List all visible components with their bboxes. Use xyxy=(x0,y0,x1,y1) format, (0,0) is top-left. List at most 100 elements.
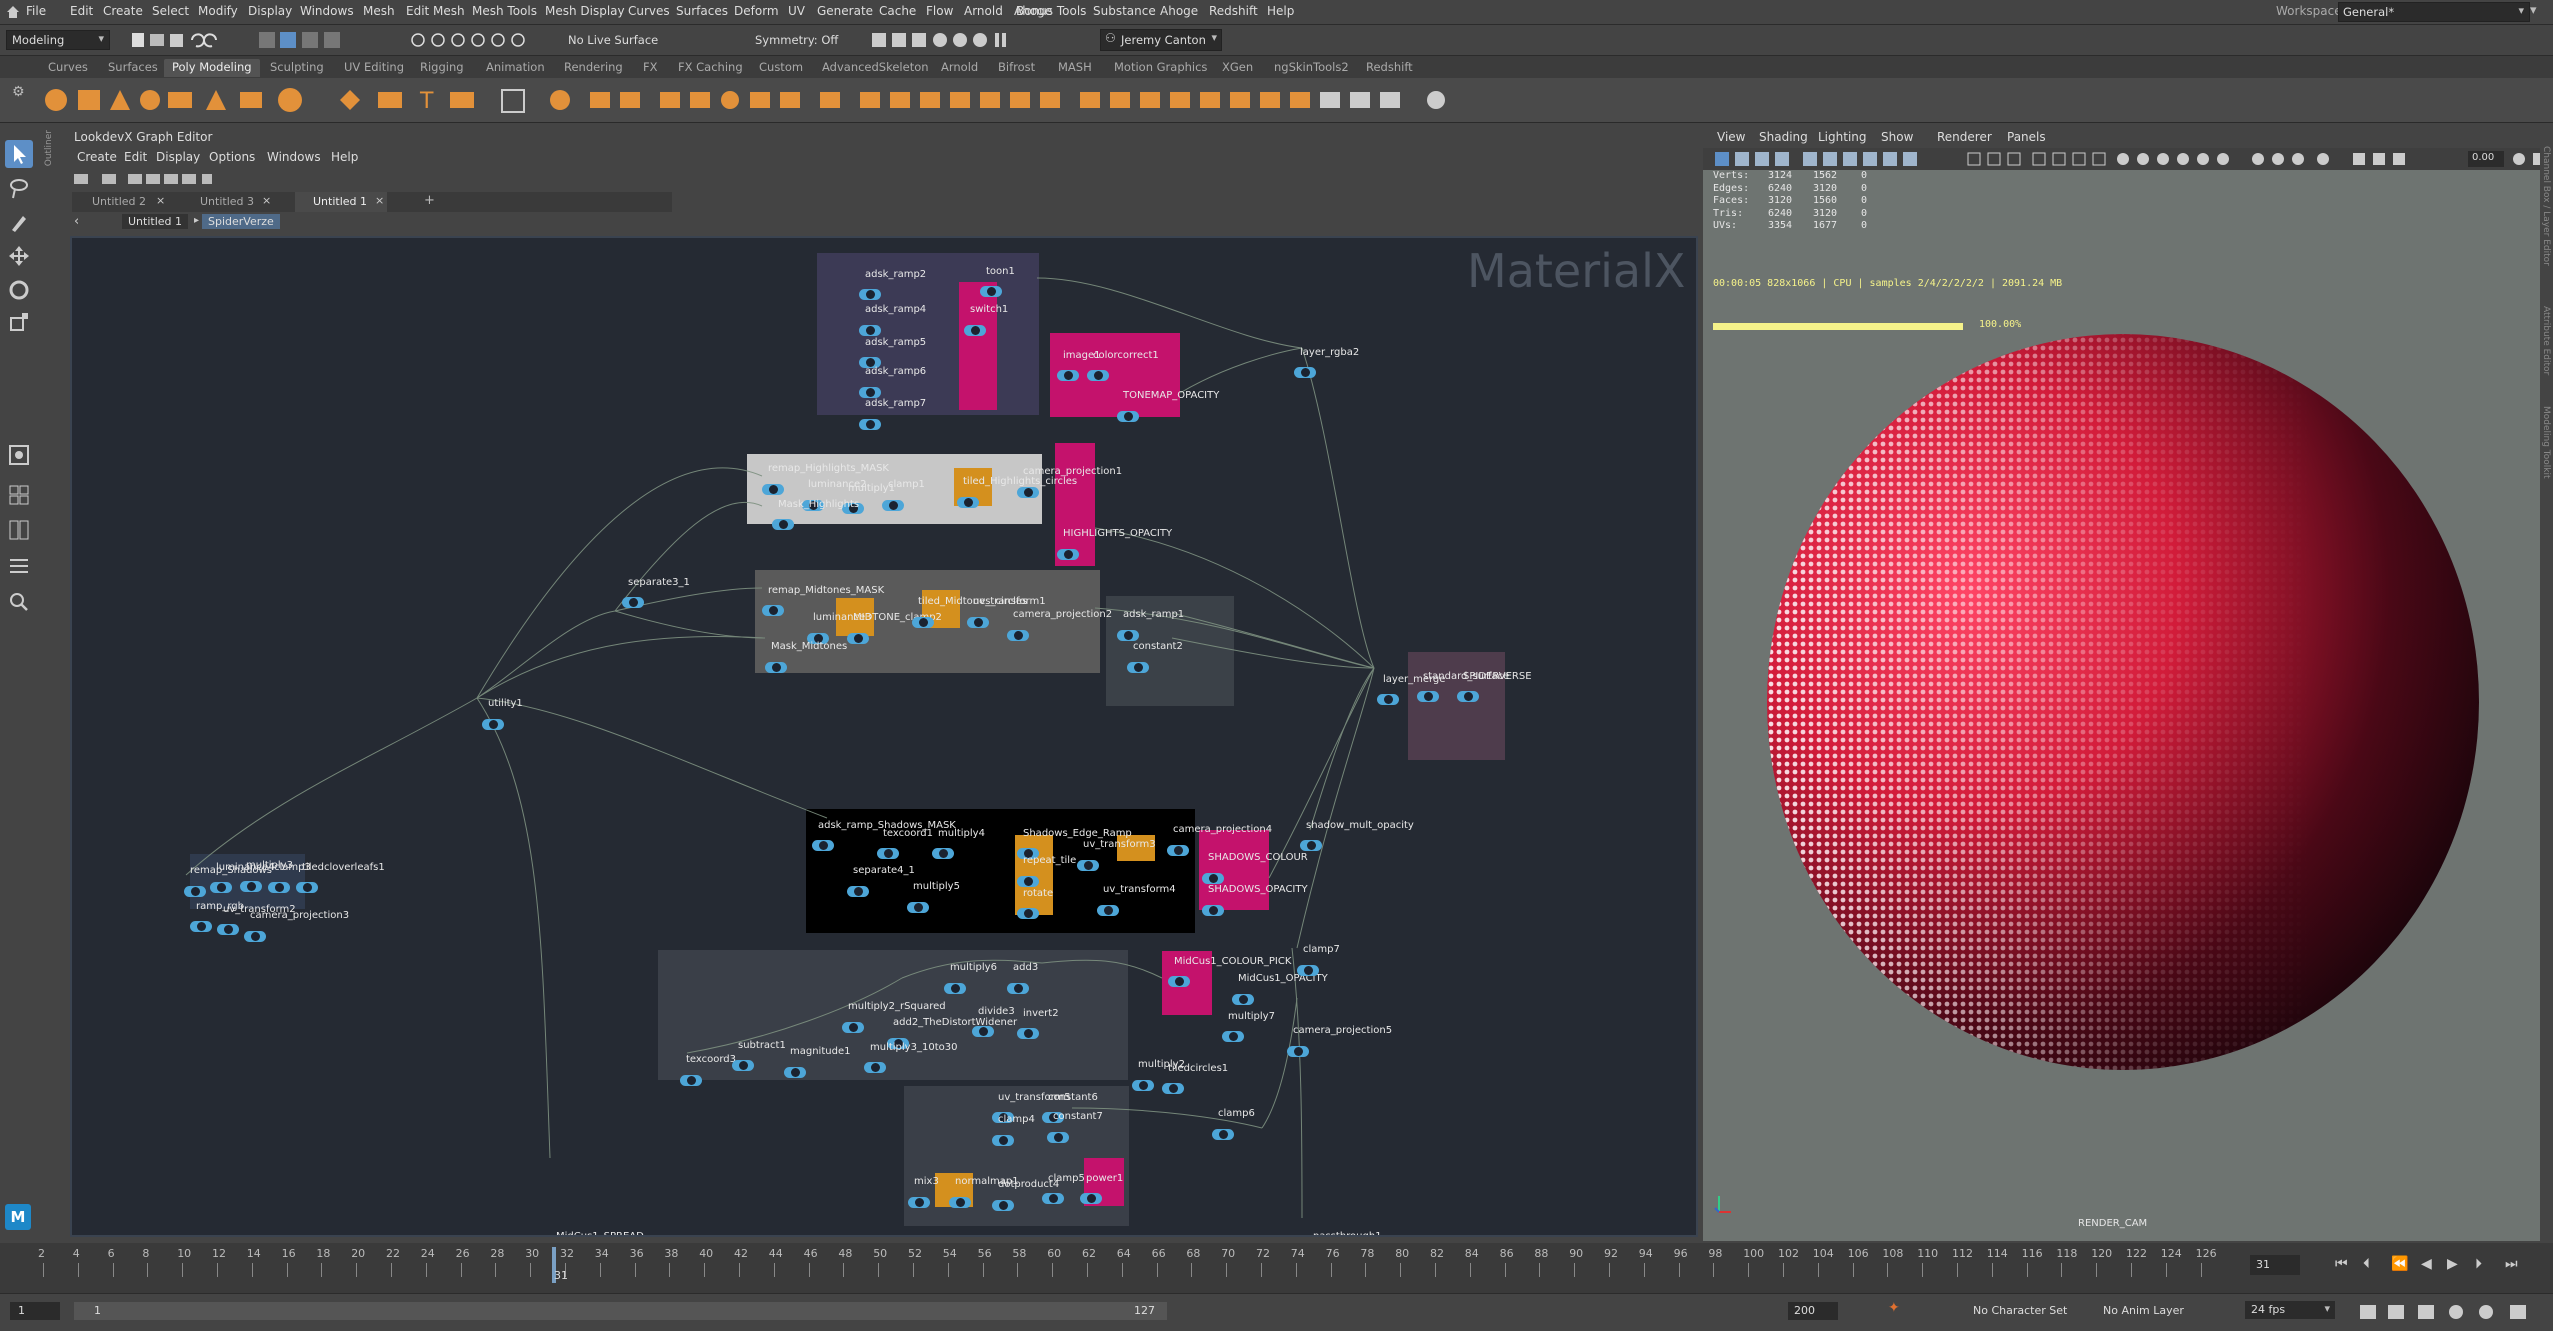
move-tool-icon[interactable] xyxy=(5,242,33,270)
shelf-tab-arnold[interactable]: Arnold xyxy=(933,59,986,77)
graph-node[interactable] xyxy=(732,1054,756,1072)
step-forward-icon[interactable]: ⏵ xyxy=(2475,1256,2482,1272)
go-to-start-icon[interactable]: ⏮ xyxy=(2335,1256,2348,1272)
shelf-tab-motion-graphics[interactable]: Motion Graphics xyxy=(1106,59,1215,77)
viewport-toolbar-icons[interactable] xyxy=(1703,148,2463,170)
shelf-tab-advancedskeleton[interactable]: AdvancedSkeleton xyxy=(814,59,937,77)
graph-node[interactable] xyxy=(908,1191,932,1209)
menu-deform[interactable]: Deform xyxy=(734,4,779,18)
graph-node[interactable] xyxy=(1047,1126,1071,1144)
graph-node[interactable] xyxy=(1294,361,1318,379)
shelf-tool-icons[interactable]: T xyxy=(40,84,1460,116)
shelf-tab-uv-editing[interactable]: UV Editing xyxy=(336,59,412,77)
graph-node[interactable] xyxy=(859,283,883,301)
close-icon[interactable]: × xyxy=(375,194,384,207)
vp-menu-shading[interactable]: Shading xyxy=(1759,130,1808,144)
graph-node[interactable] xyxy=(1417,685,1441,703)
graph-node[interactable] xyxy=(1457,685,1481,703)
workspace-dropdown[interactable]: General* ▾ xyxy=(2338,2,2530,22)
graph-node[interactable] xyxy=(847,880,871,898)
play-backwards-icon[interactable]: ◀ xyxy=(2421,1256,2432,1272)
layout-four-icon[interactable] xyxy=(5,481,33,509)
snap-icons[interactable] xyxy=(408,30,538,50)
graph-node[interactable] xyxy=(1007,977,1031,995)
ge-menu-edit[interactable]: Edit xyxy=(124,150,147,164)
graph-node[interactable] xyxy=(842,1016,866,1034)
end-frame-field[interactable]: 200 xyxy=(1788,1302,1838,1320)
shelf-tab-curves[interactable]: Curves xyxy=(40,59,96,77)
menu-edit-mesh[interactable]: Edit Mesh xyxy=(406,4,465,18)
graph-node[interactable] xyxy=(1017,902,1041,920)
menu-bonus-tools[interactable]: Bonus Tools xyxy=(1016,4,1086,18)
attribute-editor-tab[interactable]: Attribute Editor xyxy=(2541,306,2551,375)
select-tool-icon[interactable] xyxy=(5,140,33,168)
graph-node[interactable] xyxy=(1127,656,1151,674)
shelf-tab-animation[interactable]: Animation xyxy=(478,59,553,77)
menu-windows[interactable]: Windows xyxy=(300,4,354,18)
user-account-dropdown[interactable]: ⚇ Jeremy Canton ▾ xyxy=(1100,29,1222,51)
shelf-tab-bifrost[interactable]: Bifrost xyxy=(990,59,1043,77)
graph-node[interactable] xyxy=(762,478,786,496)
menu-edit[interactable]: Edit xyxy=(70,4,93,18)
ge-menu-display[interactable]: Display xyxy=(156,150,200,164)
go-to-end-icon[interactable]: ⏭ xyxy=(2505,1256,2518,1272)
menu-create[interactable]: Create xyxy=(103,4,143,18)
graph-node[interactable] xyxy=(762,599,786,617)
character-set-icon[interactable]: ✦ xyxy=(1888,1300,1900,1316)
graph-node[interactable] xyxy=(1087,364,1111,382)
shelf-tab-ngskintools2[interactable]: ngSkinTools2 xyxy=(1266,59,1357,77)
graph-node[interactable] xyxy=(217,918,241,936)
graph-node[interactable] xyxy=(1212,1123,1236,1141)
graph-node[interactable] xyxy=(1167,839,1191,857)
graph-node[interactable] xyxy=(1377,688,1401,706)
menu-help[interactable]: Help xyxy=(1267,4,1294,18)
mode-dropdown[interactable]: Modeling ▾ xyxy=(6,30,110,50)
search-icon[interactable] xyxy=(5,588,33,616)
graph-node[interactable] xyxy=(765,656,789,674)
shelf-tab-poly-modeling[interactable]: Poly Modeling xyxy=(164,59,260,77)
time-slider[interactable]: 2 4 6 8 10 12 14 16 18 20 22 24 26 28 30 32 34 36 38 40 42 44… xyxy=(0,1243,2553,1293)
add-tab-button[interactable]: + xyxy=(424,193,435,208)
layout-two-icon[interactable] xyxy=(5,516,33,544)
graph-node[interactable] xyxy=(1162,1077,1186,1095)
menu-uv[interactable]: UV xyxy=(788,4,805,18)
graph-node[interactable] xyxy=(784,1061,808,1079)
shelf-tab-rigging[interactable]: Rigging xyxy=(412,59,472,77)
graph-node[interactable] xyxy=(812,834,836,852)
graph-node[interactable] xyxy=(680,1069,704,1087)
graph-node[interactable] xyxy=(992,1129,1016,1147)
playback-controls[interactable]: ⏮ ⏴ ⏪ ◀ ▶ ⏵ ⏭ xyxy=(2335,1256,2535,1274)
menu-flow[interactable]: Flow xyxy=(926,4,953,18)
graph-node[interactable] xyxy=(1168,970,1192,988)
current-frame-field[interactable]: 31 xyxy=(2250,1255,2300,1275)
range-tool-icons[interactable] xyxy=(2355,1300,2545,1324)
graph-node[interactable] xyxy=(190,915,214,933)
shelf-tab-fx-caching[interactable]: FX Caching xyxy=(670,59,751,77)
graph-node[interactable] xyxy=(964,319,988,337)
graph-node[interactable] xyxy=(482,713,506,731)
close-icon[interactable]: × xyxy=(156,194,165,207)
graph-node[interactable] xyxy=(957,491,981,509)
playback-range-bar[interactable]: 1 127 xyxy=(74,1302,1167,1320)
ge-menu-help[interactable]: Help xyxy=(331,150,358,164)
exposure-field[interactable]: 0.00 xyxy=(2468,151,2504,167)
graph-node[interactable] xyxy=(944,977,968,995)
shelf-tab-fx[interactable]: FX xyxy=(635,59,666,77)
anim-layer-dropdown[interactable]: No Anim Layer xyxy=(2103,1304,2184,1317)
graph-node[interactable] xyxy=(240,875,264,893)
scale-tool-icon[interactable] xyxy=(5,308,33,336)
shelf-tab-xgen[interactable]: XGen xyxy=(1214,59,1261,77)
graph-node[interactable] xyxy=(912,611,936,629)
menu-display[interactable]: Display xyxy=(248,4,292,18)
graph-node[interactable] xyxy=(1202,867,1226,885)
vp-menu-lighting[interactable]: Lighting xyxy=(1818,130,1867,144)
menu-substance[interactable]: Substance xyxy=(1093,4,1156,18)
graph-node[interactable] xyxy=(847,627,871,645)
graph-node[interactable] xyxy=(772,513,796,531)
vp-menu-view[interactable]: View xyxy=(1717,130,1745,144)
menu-curves[interactable]: Curves xyxy=(628,4,670,18)
close-icon[interactable]: × xyxy=(262,194,271,207)
graph-node[interactable] xyxy=(932,842,956,860)
breadcrumb-item-current[interactable]: SpiderVerze xyxy=(202,214,280,229)
modeling-toolkit-tab[interactable]: Modeling Toolkit xyxy=(2541,406,2551,479)
